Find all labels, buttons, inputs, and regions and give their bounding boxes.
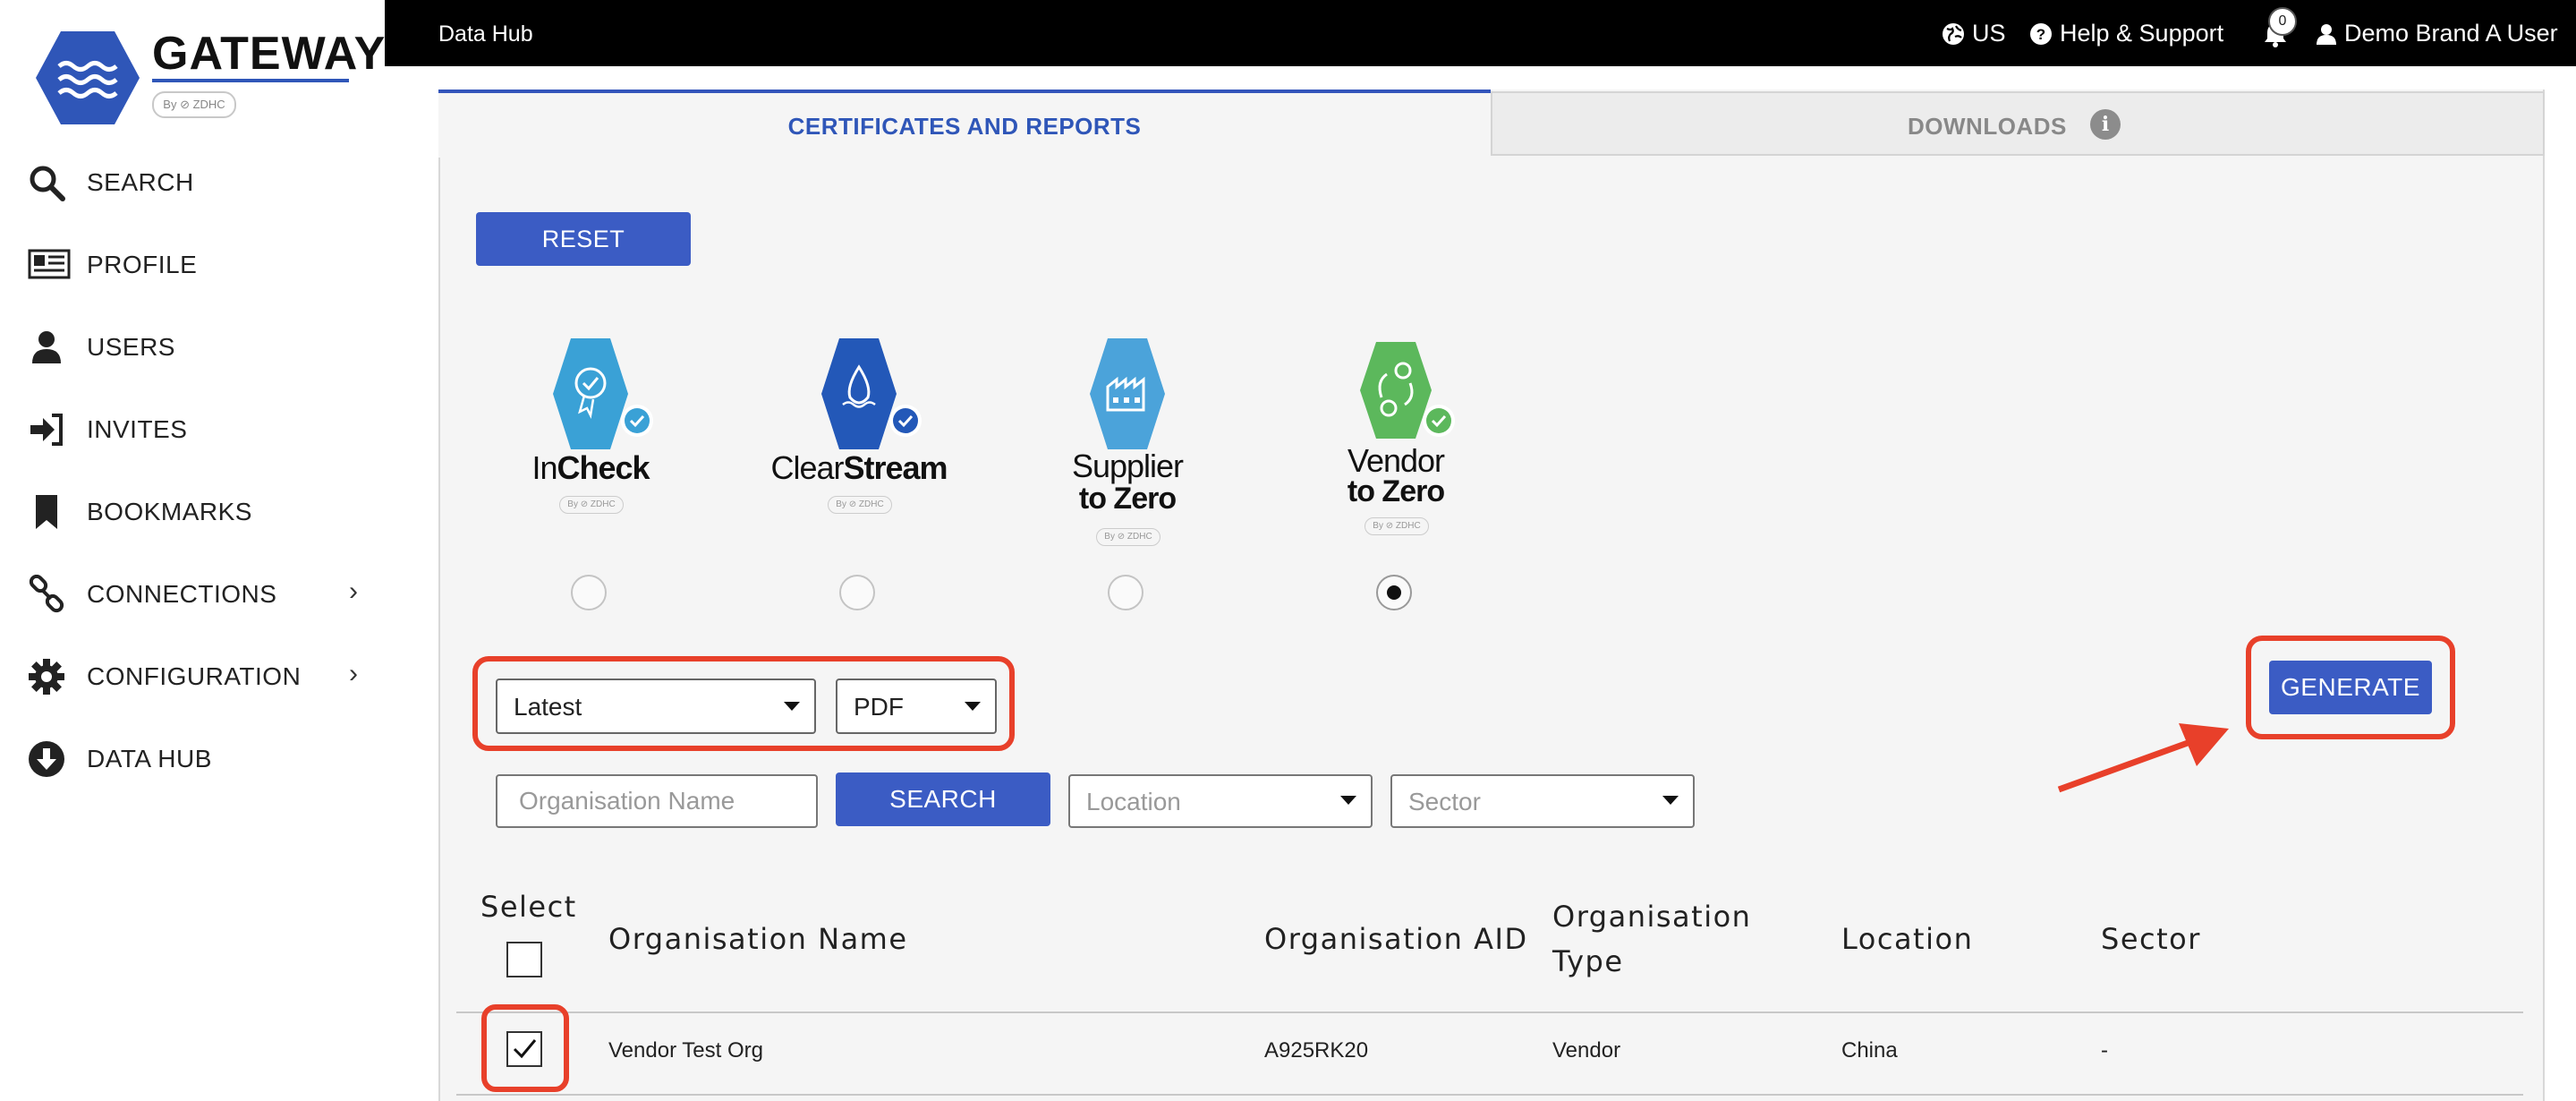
header-sector: Sector bbox=[2101, 922, 2201, 956]
select-all-checkbox[interactable] bbox=[506, 942, 542, 977]
region-label: US bbox=[1972, 20, 2006, 47]
highlight-box-filters bbox=[472, 656, 1015, 751]
table-divider bbox=[456, 1094, 2523, 1096]
product-supplier-to-zero[interactable]: Supplier to Zero By ⊘ ZDHC bbox=[1029, 331, 1226, 546]
product-name: ClearStream bbox=[770, 449, 948, 486]
sidebar-item-connections[interactable]: CONNECTIONS › bbox=[0, 562, 385, 625]
clearstream-logo-icon bbox=[821, 338, 922, 449]
gear-icon bbox=[29, 659, 64, 695]
highlight-box-row-checkbox bbox=[481, 1004, 569, 1092]
sidebar-item-profile[interactable]: PROFILE bbox=[0, 233, 385, 295]
sidebar-item-search[interactable]: SEARCH bbox=[0, 150, 385, 213]
waves-logo-icon bbox=[36, 31, 140, 124]
header-organisation-type-line2: Type bbox=[1552, 944, 1624, 978]
product-name-line1: Supplier bbox=[1071, 448, 1184, 484]
sidebar-item-label: SEARCH bbox=[87, 168, 194, 196]
product-name-line2: to Zero bbox=[1347, 474, 1445, 508]
chevron-right-icon: › bbox=[349, 576, 358, 606]
search-button[interactable]: SEARCH bbox=[836, 772, 1050, 826]
info-icon[interactable]: i bbox=[2090, 109, 2121, 140]
sector-select-placeholder: Sector bbox=[1408, 788, 1481, 815]
sidebar-item-label: DATA HUB bbox=[87, 745, 212, 772]
chevron-right-icon: › bbox=[349, 659, 358, 688]
help-label: Help & Support bbox=[2060, 20, 2224, 47]
sidebar-item-users[interactable]: USERS bbox=[0, 315, 385, 378]
header-select: Select bbox=[480, 890, 577, 924]
product-clearstream[interactable]: ClearStream By ⊘ ZDHC bbox=[761, 331, 957, 546]
caret-down-icon bbox=[1662, 796, 1679, 805]
download-circle-icon bbox=[29, 741, 64, 777]
location-select[interactable]: Location bbox=[1068, 774, 1373, 828]
svg-text:?: ? bbox=[2036, 26, 2045, 43]
radio-vendor-to-zero[interactable] bbox=[1376, 575, 1412, 610]
cell-organisation-aid: A925RK20 bbox=[1264, 1038, 1369, 1063]
tab-certificates-and-reports[interactable]: CERTIFICATES AND REPORTS bbox=[438, 90, 1491, 158]
cell-sector: - bbox=[2101, 1038, 2108, 1063]
cell-organisation-name: Vendor Test Org bbox=[608, 1038, 763, 1063]
logo-byline: By ⊘ ZDHC bbox=[152, 91, 236, 118]
cell-organisation-type: Vendor bbox=[1552, 1038, 1621, 1063]
product-byline: By ⊘ ZDHC bbox=[1096, 528, 1160, 546]
link-icon bbox=[29, 575, 64, 613]
globe-icon bbox=[1943, 22, 1964, 45]
product-name-line2: to Zero bbox=[1078, 482, 1177, 516]
top-bar: Data Hub US ? Help & Support Demo Brand … bbox=[385, 0, 2576, 66]
gateway-logo[interactable]: GATEWAY By ⊘ ZDHC bbox=[34, 27, 385, 134]
user-menu[interactable]: Demo Brand A User bbox=[2316, 20, 2558, 47]
header-organisation-name: Organisation Name bbox=[608, 922, 908, 956]
radio-supplier-to-zero[interactable] bbox=[1108, 575, 1143, 610]
notification-count-badge: 0 bbox=[2268, 7, 2297, 36]
user-icon bbox=[32, 331, 61, 363]
sidebar-item-configuration[interactable]: CONFIGURATION › bbox=[0, 644, 385, 707]
help-support-link[interactable]: ? Help & Support bbox=[2029, 20, 2223, 47]
factory-logo-icon bbox=[1090, 338, 1165, 449]
reset-button[interactable]: RESET bbox=[476, 212, 691, 266]
header-organisation-type-line1: Organisation bbox=[1552, 900, 1752, 934]
radio-clearstream[interactable] bbox=[839, 575, 875, 610]
product-byline: By ⊘ ZDHC bbox=[559, 496, 624, 514]
product-byline: By ⊘ ZDHC bbox=[828, 496, 892, 514]
sidebar-item-label: INVITES bbox=[87, 415, 188, 443]
user-name: Demo Brand A User bbox=[2344, 20, 2558, 47]
product-incheck[interactable]: InCheck By ⊘ ZDHC bbox=[492, 331, 689, 546]
sidebar-item-bookmarks[interactable]: BOOKMARKS bbox=[0, 480, 385, 542]
region-selector[interactable]: US bbox=[1942, 20, 2006, 47]
sidebar-item-label: USERS bbox=[87, 333, 175, 361]
tab-downloads[interactable]: DOWNLOADS i bbox=[1491, 91, 2545, 156]
annotation-arrow-icon bbox=[2057, 723, 2229, 793]
page-title: Data Hub bbox=[438, 21, 533, 47]
sidebar: GATEWAY By ⊘ ZDHC SEARCH PROFILE USERS I… bbox=[0, 0, 385, 1101]
sidebar-item-label: CONFIGURATION bbox=[87, 662, 302, 690]
sidebar-item-data-hub[interactable]: DATA HUB bbox=[0, 727, 385, 789]
sidebar-item-label: BOOKMARKS bbox=[87, 498, 252, 525]
question-circle-icon: ? bbox=[2030, 22, 2052, 45]
highlight-box-generate bbox=[2246, 636, 2455, 739]
cell-location: China bbox=[1841, 1038, 1898, 1063]
header-organisation-aid: Organisation AID bbox=[1264, 922, 1528, 956]
search-icon bbox=[30, 166, 65, 201]
sidebar-item-label: CONNECTIONS bbox=[87, 580, 277, 608]
logo-underline bbox=[152, 79, 349, 82]
product-name: InCheck bbox=[531, 449, 650, 486]
caret-down-icon bbox=[1340, 796, 1356, 805]
incheck-logo-icon bbox=[553, 338, 653, 449]
profile-card-icon bbox=[28, 249, 71, 279]
tab-label: CERTIFICATES AND REPORTS bbox=[787, 113, 1142, 140]
bookmark-icon bbox=[36, 495, 57, 529]
tab-label: DOWNLOADS bbox=[1908, 113, 2067, 140]
sector-select[interactable]: Sector bbox=[1390, 774, 1695, 828]
product-byline: By ⊘ ZDHC bbox=[1365, 517, 1429, 535]
location-select-placeholder: Location bbox=[1086, 788, 1181, 815]
sidebar-item-label: PROFILE bbox=[87, 251, 198, 278]
header-location: Location bbox=[1841, 922, 1974, 956]
radio-incheck[interactable] bbox=[571, 575, 607, 610]
user-icon bbox=[2317, 23, 2336, 45]
sidebar-item-invites[interactable]: INVITES bbox=[0, 397, 385, 460]
product-vendor-to-zero[interactable]: Vendor to Zero By ⊘ ZDHC bbox=[1297, 331, 1494, 546]
logo-text: GATEWAY bbox=[152, 28, 387, 80]
sign-in-icon bbox=[30, 414, 63, 446]
table-divider bbox=[456, 1011, 2523, 1013]
organisation-name-input[interactable] bbox=[496, 774, 818, 828]
